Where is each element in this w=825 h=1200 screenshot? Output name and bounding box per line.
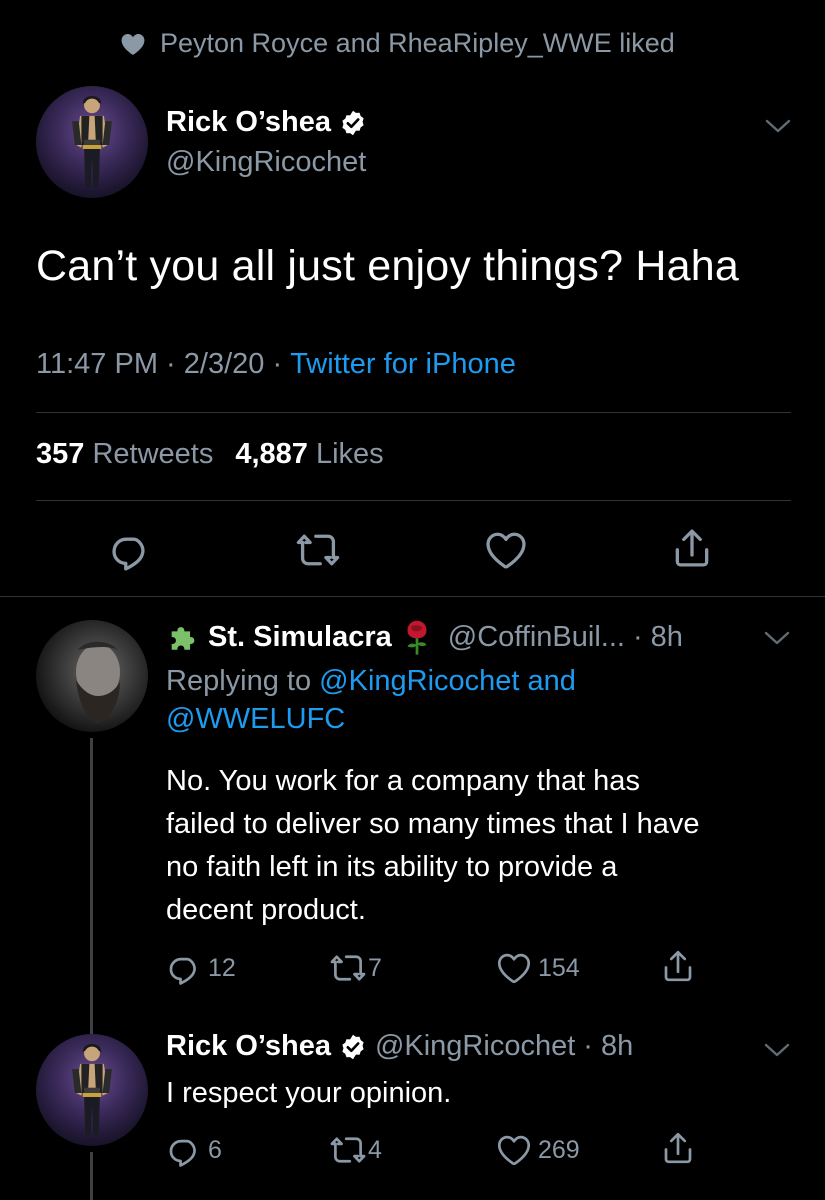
- author-name[interactable]: Rick O’shea: [166, 1030, 331, 1063]
- author-handle[interactable]: @CoffinBuil...: [448, 621, 625, 654]
- reply-action[interactable]: 6: [166, 1132, 222, 1168]
- profile-photo: [76, 641, 120, 724]
- reply-icon[interactable]: [108, 528, 152, 572]
- divider: [36, 500, 791, 501]
- retweet-count: 7: [368, 953, 382, 982]
- text-line: failed to deliver so many times that I h…: [166, 808, 700, 840]
- reply-header: Rick O’shea @KingRicochet · 8h: [166, 1030, 633, 1063]
- tweet-stats: 357 Retweets 4,887 Likes: [36, 438, 384, 471]
- share-icon[interactable]: [670, 526, 714, 570]
- mention-link[interactable]: @KingRicochet: [319, 665, 519, 697]
- tweet-age: 8h: [650, 620, 683, 653]
- thread-line: [90, 738, 93, 1038]
- retweets-stat[interactable]: 357 Retweets: [36, 438, 213, 471]
- verified-badge-icon: [339, 109, 367, 137]
- separator: ·: [157, 348, 184, 380]
- tweet-meta: 11:47 PM · 2/3/20 · Twitter for iPhone: [36, 348, 516, 381]
- like-icon[interactable]: [484, 528, 528, 572]
- retweet-action[interactable]: 7: [330, 950, 382, 986]
- tweet-date[interactable]: 2/3/20: [184, 348, 265, 381]
- text-line: decent product.: [166, 894, 366, 926]
- divider: [36, 412, 791, 413]
- avatar[interactable]: [36, 86, 148, 198]
- like-action[interactable]: 154: [496, 950, 580, 986]
- like-count: 154: [538, 953, 580, 982]
- separator: ·: [583, 1030, 593, 1062]
- chevron-down-icon[interactable]: [764, 1042, 790, 1058]
- tweet-source[interactable]: Twitter for iPhone: [290, 348, 516, 381]
- share-icon[interactable]: [660, 948, 696, 984]
- separator: ·: [632, 620, 643, 653]
- chevron-down-icon[interactable]: [765, 118, 791, 134]
- reply-text: I respect your opinion.: [166, 1077, 452, 1109]
- mention-link[interactable]: @WWELUFC: [166, 703, 345, 735]
- retweet-icon[interactable]: [296, 528, 340, 572]
- reply-text: No. You work for a company that has fail…: [166, 760, 806, 932]
- verified-badge-icon: [339, 1033, 367, 1061]
- avatar[interactable]: [36, 1034, 148, 1146]
- wrestler-figure: [64, 92, 120, 198]
- replying-prefix: Replying to: [166, 665, 312, 697]
- like-icon: [496, 1132, 532, 1168]
- separator: ·: [264, 348, 291, 380]
- text-line: No. You work for a company that has: [166, 765, 640, 797]
- like-count: 269: [538, 1135, 580, 1164]
- author-handle[interactable]: @KingRicochet: [166, 146, 366, 179]
- author-name-text: Rick O’shea: [166, 106, 331, 138]
- section-divider: [0, 596, 825, 597]
- reply-icon: [166, 950, 202, 986]
- reply-count: 12: [208, 953, 236, 982]
- like-icon: [496, 950, 532, 986]
- retweet-icon: [330, 1132, 366, 1168]
- tweet-time[interactable]: 11:47 PM: [36, 348, 158, 381]
- author-name[interactable]: St. Simulacra: [208, 621, 392, 654]
- wrestler-figure: [64, 1040, 120, 1146]
- reply-action[interactable]: 12: [166, 950, 236, 986]
- retweet-action[interactable]: 4: [330, 1132, 382, 1168]
- tweet-text: Can’t you all just enjoy things? Haha: [36, 242, 739, 290]
- social-context-text: Peyton Royce and RheaRipley_WWE liked: [160, 28, 675, 58]
- avatar[interactable]: [36, 620, 148, 732]
- share-icon[interactable]: [660, 1130, 696, 1166]
- tweet-age: 8h: [600, 1030, 634, 1062]
- chevron-down-icon[interactable]: [764, 630, 790, 646]
- author-handle[interactable]: @KingRicochet: [375, 1030, 575, 1063]
- reply-count: 6: [208, 1135, 222, 1164]
- text-line: no faith left in its ability to provide …: [166, 851, 618, 883]
- reply-icon: [166, 1132, 202, 1168]
- social-context[interactable]: Peyton Royce and RheaRipley_WWE liked: [118, 28, 675, 59]
- retweet-count: 4: [368, 1135, 382, 1164]
- puzzle-icon: [171, 627, 195, 650]
- replying-and: and: [527, 665, 576, 697]
- rose-icon: [407, 620, 427, 655]
- reply-header: St. Simulacra @CoffinBuil... · 8h: [166, 618, 683, 656]
- likes-stat[interactable]: 4,887 Likes: [235, 438, 383, 471]
- replying-to: Replying to @KingRicochet and @WWELUFC: [166, 662, 786, 738]
- like-action[interactable]: 269: [496, 1132, 580, 1168]
- retweet-icon: [330, 950, 366, 986]
- heart-icon: [121, 33, 145, 55]
- author-name[interactable]: Rick O’shea: [166, 106, 367, 139]
- thread-line: [90, 1152, 93, 1200]
